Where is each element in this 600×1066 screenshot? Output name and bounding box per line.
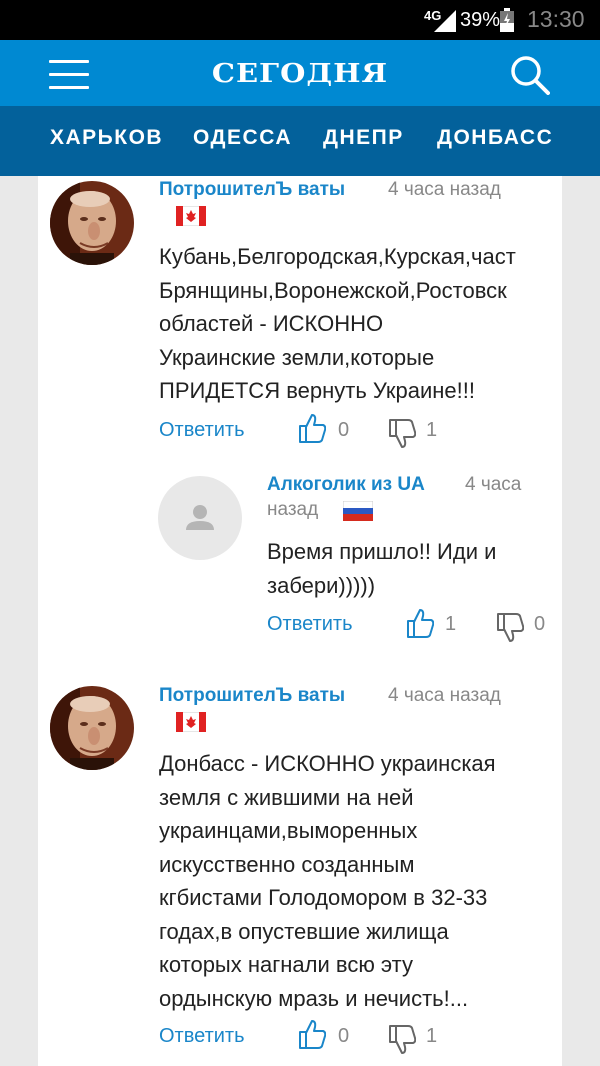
thumbs-up-icon[interactable] (406, 608, 434, 638)
dislike-count: 1 (426, 419, 438, 441)
like-count: 1 (445, 613, 457, 635)
nav-item-odessa[interactable]: ОДЕССА (193, 126, 292, 150)
comment-time: 4 часа (465, 474, 522, 495)
avatar-placeholder[interactable] (158, 476, 242, 560)
battery-percent: 39% (460, 9, 501, 31)
like-count: 0 (338, 419, 350, 441)
russia-flag-icon (343, 501, 373, 521)
avatar[interactable] (50, 686, 134, 770)
thumbs-down-icon[interactable] (388, 1025, 416, 1055)
avatar-image (50, 181, 134, 265)
signal-icon (434, 10, 456, 32)
canada-flag-icon (176, 712, 206, 732)
comment-time-continued: назад (267, 499, 319, 520)
nav-item-dnepr[interactable]: ДНЕПР (323, 126, 404, 150)
comment-text: Время пришло!! Иди и забери))))) (267, 539, 497, 598)
comment-author[interactable]: ПотрошителЪ ваты (159, 179, 345, 201)
search-icon[interactable] (510, 55, 550, 95)
reply-link[interactable]: Ответить (159, 419, 245, 442)
thumbs-down-icon[interactable] (388, 419, 416, 449)
reply-link[interactable]: Ответить (159, 1025, 245, 1048)
comment-text: Кубань,Белгородская,Курская,част Брянщин… (159, 244, 516, 403)
thumbs-up-icon[interactable] (298, 413, 326, 443)
canada-flag-icon (176, 206, 206, 226)
battery-icon (500, 8, 514, 32)
nav-item-kharkov[interactable]: ХАРЬКОВ (50, 126, 163, 150)
thumbs-down-icon[interactable] (496, 613, 524, 643)
comment-text: Донбасс - ИСКОННО украинская земля с жив… (159, 751, 496, 1011)
dislike-count: 0 (534, 613, 546, 635)
clock: 13:30 (527, 6, 585, 32)
avatar-image (50, 686, 134, 770)
comment-time: 4 часа назад (388, 685, 501, 706)
comment-time: 4 часа назад (388, 179, 501, 200)
nav-item-donbass[interactable]: ДОНБАСС (437, 126, 553, 150)
status-bar: 4G 39% 13:30 (0, 0, 600, 40)
reply-link[interactable]: Ответить (267, 613, 353, 636)
dislike-count: 1 (426, 1025, 438, 1047)
comments-list: ПотрошителЪ ваты 4 часа назад Кубань,Бел… (38, 176, 562, 1066)
comment-author[interactable]: Алкоголик из UA (267, 474, 425, 496)
thumbs-up-icon[interactable] (298, 1019, 326, 1049)
like-count: 0 (338, 1025, 350, 1047)
comment-author[interactable]: ПотрошителЪ ваты (159, 685, 345, 707)
avatar[interactable] (50, 181, 134, 265)
user-icon (186, 505, 214, 530)
